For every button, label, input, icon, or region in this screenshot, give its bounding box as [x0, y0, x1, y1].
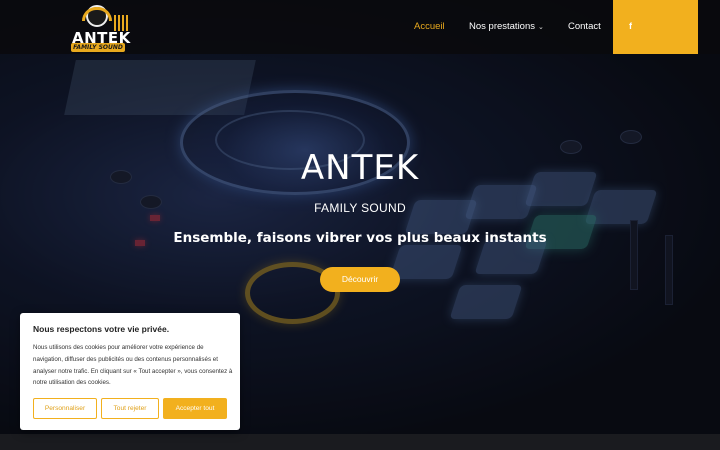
nav-item-services-label: Nos prestations [469, 21, 536, 32]
facebook-button[interactable] [613, 0, 698, 54]
nav-item-services[interactable]: Nos prestations ⌄ [469, 21, 544, 32]
reject-all-button[interactable]: Tout rejeter [101, 398, 159, 419]
accept-all-button[interactable]: Accepter tout [163, 398, 227, 419]
headphones-icon [82, 7, 112, 21]
chevron-down-icon: ⌄ [538, 24, 544, 31]
facebook-icon[interactable]: f [629, 21, 632, 31]
site-header: ANTEK FAMILY SOUND Accueil Nos prestatio… [0, 0, 720, 54]
customize-button[interactable]: Personnaliser [33, 398, 97, 419]
logo-subtext: FAMILY SOUND [71, 43, 125, 52]
nav-item-contact[interactable]: Contact [568, 21, 601, 32]
cookie-banner: Nous respectons votre vie privée. Nous u… [20, 313, 240, 430]
nav-item-home[interactable]: Accueil [414, 21, 445, 32]
hero-tagline: Ensemble, faisons vibrer vos plus beaux … [173, 230, 547, 246]
discover-button[interactable]: Découvrir [320, 267, 400, 292]
hero-subtitle: FAMILY SOUND [314, 201, 406, 215]
cookie-text: Nous utilisons des cookies pour améliore… [33, 344, 233, 387]
hero-title: ANTEK [300, 148, 420, 188]
cookie-title: Nous respectons votre vie privée. [33, 324, 170, 334]
footer-strip [0, 434, 720, 450]
site-logo[interactable]: ANTEK FAMILY SOUND [66, 3, 130, 53]
